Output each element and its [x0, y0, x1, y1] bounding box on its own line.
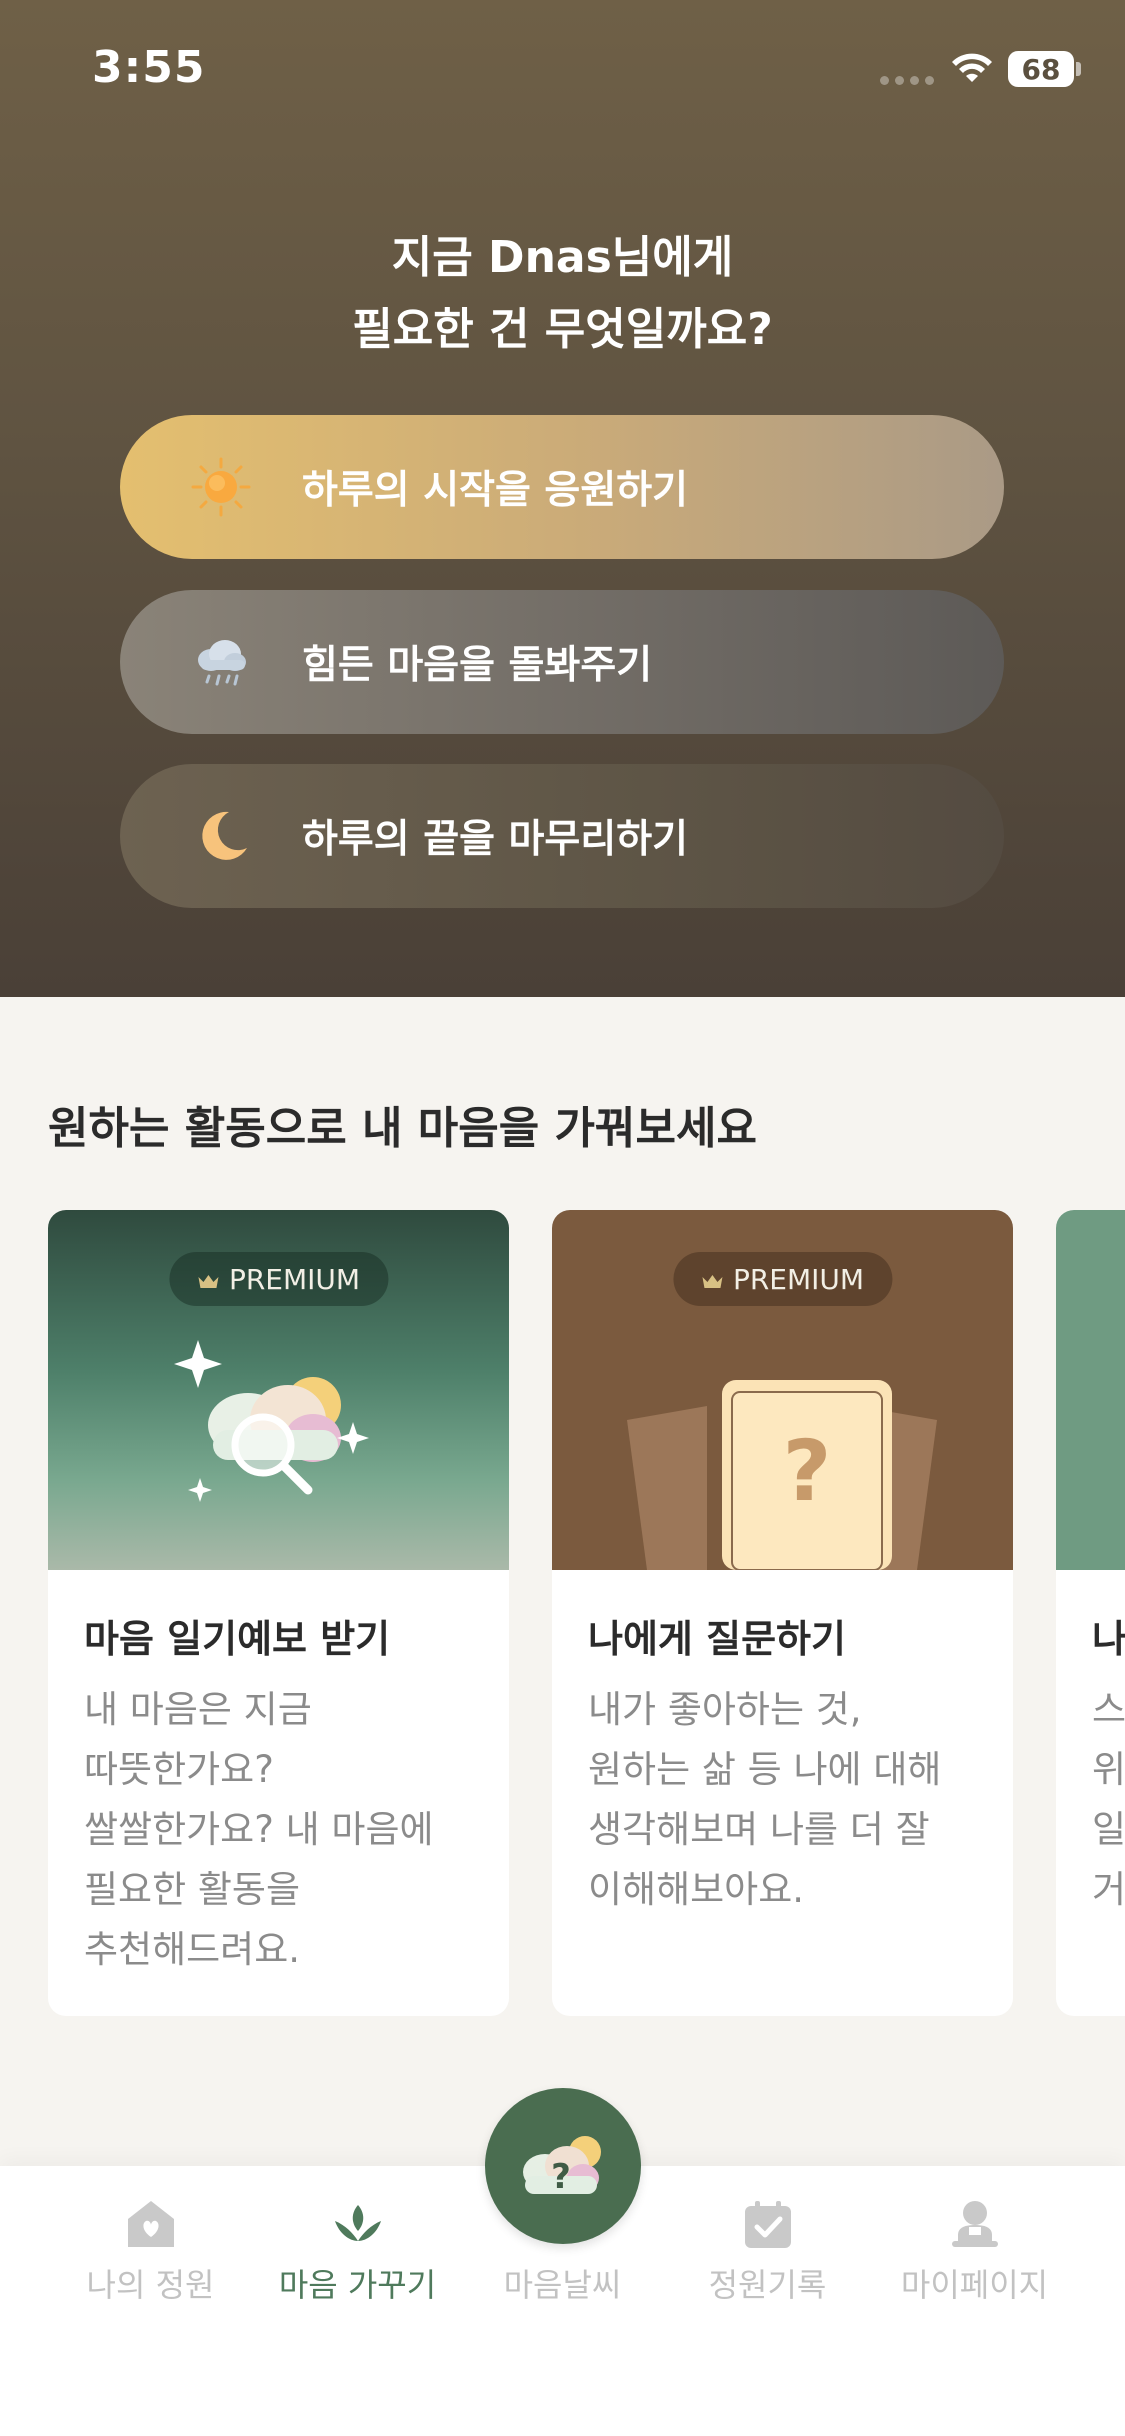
activities-title: 원하는 활동으로 내 마음을 가꿔보세요	[48, 1103, 757, 1154]
tab-label: 마음 가꾸기	[278, 2266, 437, 2304]
activity-card-partial[interactable]: 나 스 위 일 거	[1056, 1210, 1125, 2016]
sprout-icon	[330, 2196, 386, 2252]
option-morning-label: 하루의 시작을 응원하기	[302, 468, 688, 513]
premium-badge: PREMIUM	[672, 1252, 893, 1306]
battery-icon: 68	[1008, 51, 1074, 87]
option-night-label: 하루의 끝을 마무리하기	[302, 817, 688, 862]
hero-section: 3:55 68 지금 Dnas님에게 필요한 건 무엇일까요? 하루의 시작을 …	[0, 0, 1125, 997]
status-bar: 3:55 68	[0, 0, 1125, 140]
crown-icon	[197, 1263, 219, 1296]
card-desc-line: 일	[1092, 1808, 1125, 1851]
option-night-button[interactable]: 하루의 끝을 마무리하기	[120, 764, 1004, 908]
card-desc-line: 생각해보며 나를 더 잘	[588, 1808, 930, 1851]
card-description: 내 마음은 지금 따뜻한가요? 쌀쌀한가요? 내 마음에 필요한 활동을 추천해…	[84, 1680, 484, 1980]
svg-text:?: ?	[551, 2157, 571, 2197]
option-morning-button[interactable]: 하루의 시작을 응원하기	[120, 415, 1004, 559]
rain-cloud-icon	[186, 627, 256, 697]
moon-icon	[186, 801, 256, 871]
card-desc-line: 내 마음은 지금	[84, 1688, 312, 1731]
card-desc-line: 이해해보아요.	[588, 1868, 805, 1911]
wifi-icon	[952, 53, 992, 82]
tab-label: 마이페이지	[900, 2266, 1049, 2304]
hero-title: 지금 Dnas님에게 필요한 건 무엇일까요?	[0, 222, 1125, 366]
cloud-search-icon	[174, 1340, 369, 1502]
card-desc-line: 따뜻한가요?	[84, 1748, 274, 1791]
card-title: 마음 일기예보 받기	[84, 1617, 391, 1661]
card-description: 내가 좋아하는 것, 원하는 삶 등 나에 대해 생각해보며 나를 더 잘 이해…	[588, 1680, 988, 1920]
card-desc-line: 원하는 삶 등 나에 대해	[588, 1748, 942, 1791]
forecast-illustration: PREMIUM	[48, 1210, 509, 1570]
activity-card-forecast[interactable]: PREMIUM 마음 일기예보 받기 내 마음은 지금 따뜻한가요? 쌀쌀한가요…	[48, 1210, 509, 2016]
sun-icon	[186, 452, 256, 522]
premium-badge: PREMIUM	[168, 1252, 389, 1306]
garden-icon	[123, 2196, 179, 2252]
option-care-button[interactable]: 힘든 마음을 돌봐주기	[120, 590, 1004, 734]
tab-garden-record[interactable]: 정원기록	[665, 2166, 870, 2326]
tab-label: 나의 정원	[86, 2266, 215, 2304]
tab-my-page[interactable]: 마이페이지	[872, 2166, 1077, 2326]
person-icon	[947, 2196, 1003, 2252]
mind-weather-center-button[interactable]: ?	[485, 2088, 641, 2244]
card-desc-line: 쌀쌀한가요? 내 마음에	[84, 1808, 434, 1851]
activity-card-question[interactable]: PREMIUM ? 나에게 질문하기 내가 좋아하는 것, 원하는 삶 등 나에…	[552, 1210, 1013, 2016]
premium-badge-label: PREMIUM	[732, 1262, 865, 1296]
card-desc-line: 필요한 활동을	[84, 1868, 301, 1911]
card-desc-line: 스	[1092, 1688, 1125, 1731]
question-illustration: PREMIUM ?	[552, 1210, 1013, 1570]
hero-title-line1: 지금 Dnas님에게	[391, 232, 734, 283]
card-desc-line: 위	[1092, 1748, 1125, 1791]
hero-title-line2: 필요한 건 무엇일까요?	[352, 304, 773, 355]
card-title: 나	[1092, 1617, 1125, 1661]
card-desc-line: 내가 좋아하는 것,	[588, 1688, 862, 1731]
status-time: 3:55	[92, 42, 206, 93]
card-description: 스 위 일 거	[1092, 1680, 1125, 1920]
tab-my-garden[interactable]: 나의 정원	[48, 2166, 253, 2326]
card-title: 나에게 질문하기	[588, 1617, 846, 1661]
partial-illustration	[1056, 1210, 1125, 1570]
tab-label: 정원기록	[708, 2266, 827, 2304]
card-desc-line: 거	[1092, 1868, 1125, 1911]
question-card-icon: ?	[627, 1380, 937, 1570]
option-care-label: 힘든 마음을 돌봐주기	[302, 643, 653, 688]
tab-label: 마음날씨	[503, 2266, 622, 2304]
battery-tip	[1076, 62, 1081, 76]
weather-question-icon: ?	[523, 2136, 601, 2197]
crown-icon	[701, 1263, 723, 1296]
premium-badge-label: PREMIUM	[228, 1262, 361, 1296]
signal-icon	[880, 76, 934, 85]
calendar-check-icon	[740, 2196, 796, 2252]
card-desc-line: 추천해드려요.	[84, 1928, 301, 1971]
svg-text:?: ?	[783, 1422, 832, 1520]
tab-mind-care[interactable]: 마음 가꾸기	[255, 2166, 460, 2326]
